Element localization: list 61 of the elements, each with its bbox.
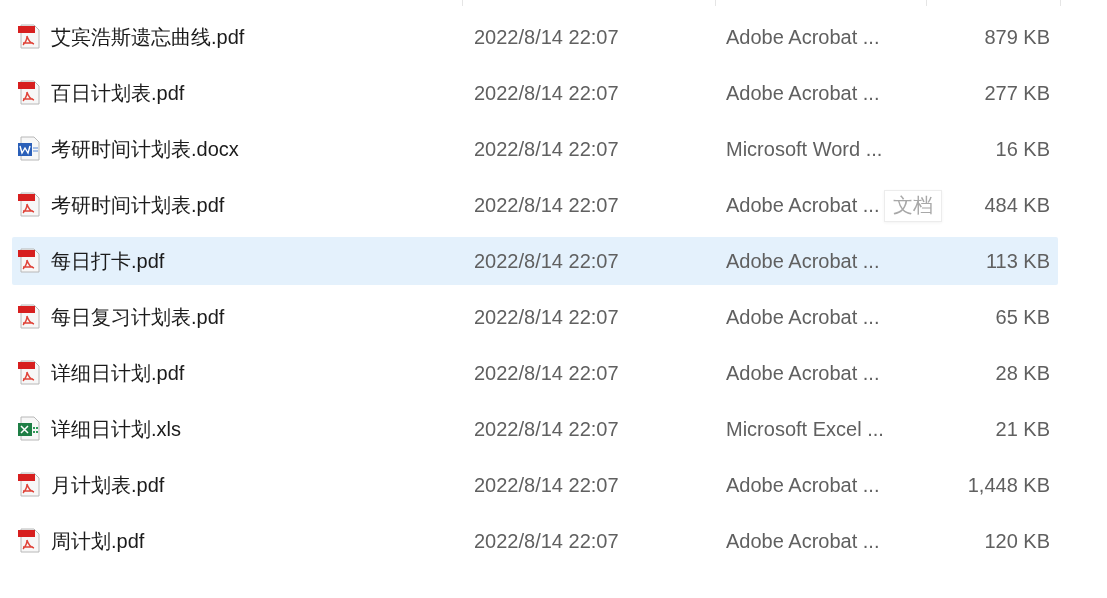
file-size: 16 KB (994, 137, 1050, 161)
tooltip: 文档 (884, 189, 942, 222)
file-name: 周计划.pdf (51, 528, 145, 554)
file-row[interactable]: 考研时间计划表.docx 2022/8/14 22:07 Microsoft Word ... 16 KB (12, 125, 1058, 173)
file-type: Microsoft Word ... (726, 137, 883, 161)
file-row[interactable]: 详细日计划.pdf 2022/8/14 22:07 Adobe Acrobat ... 28 KB (12, 349, 1058, 397)
file-row[interactable]: 详细日计划.xls 2022/8/14 22:07 Microsoft Excel ... 21 KB (12, 405, 1058, 453)
pdf-file-icon (18, 192, 42, 218)
modified-date: 2022/8/14 22:07 (474, 25, 619, 49)
file-type: Adobe Acrobat ... (726, 193, 880, 217)
pdf-file-icon (18, 24, 42, 50)
modified-date: 2022/8/14 22:07 (474, 249, 619, 273)
file-size: 28 KB (994, 361, 1050, 385)
file-name: 考研时间计划表.docx (51, 136, 239, 162)
modified-date: 2022/8/14 22:07 (474, 81, 619, 105)
file-type: Adobe Acrobat ... (726, 249, 880, 273)
modified-date: 2022/8/14 22:07 (474, 417, 619, 441)
pdf-file-icon (18, 80, 42, 106)
file-row[interactable]: 每日复习计划表.pdf 2022/8/14 22:07 Adobe Acrobat ... 65 KB (12, 293, 1058, 341)
file-size: 21 KB (994, 417, 1050, 441)
file-size: 879 KB (983, 25, 1050, 49)
modified-date: 2022/8/14 22:07 (474, 137, 619, 161)
pdf-file-icon (18, 472, 42, 498)
file-name: 月计划表.pdf (51, 472, 165, 498)
file-name: 考研时间计划表.pdf (51, 192, 225, 218)
file-size: 65 KB (994, 305, 1050, 329)
file-row[interactable]: 百日计划表.pdf 2022/8/14 22:07 Adobe Acrobat ... 277 KB (12, 69, 1058, 117)
file-row[interactable]: 考研时间计划表.pdf 2022/8/14 22:07 Adobe Acrobat ... 文档 484 KB (12, 181, 1058, 229)
file-type: Adobe Acrobat ... (726, 529, 880, 553)
modified-date: 2022/8/14 22:07 (474, 473, 619, 497)
excel-file-icon (18, 416, 42, 442)
file-name: 每日打卡.pdf (51, 248, 165, 274)
file-name: 详细日计划.xls (51, 416, 181, 442)
file-row[interactable]: 每日打卡.pdf 2022/8/14 22:07 Adobe Acrobat ... 113 KB (12, 237, 1058, 285)
file-type: Adobe Acrobat ... (726, 305, 880, 329)
file-size: 484 KB (983, 193, 1050, 217)
file-row[interactable]: 周计划.pdf 2022/8/14 22:07 Adobe Acrobat ... 120 KB (12, 517, 1058, 565)
file-name: 每日复习计划表.pdf (51, 304, 225, 330)
file-row[interactable]: 艾宾浩斯遗忘曲线.pdf 2022/8/14 22:07 Adobe Acrobat ... 879 KB (12, 13, 1058, 61)
file-type: Adobe Acrobat ... (726, 81, 880, 105)
file-name: 百日计划表.pdf (51, 80, 185, 106)
file-row[interactable]: 月计划表.pdf 2022/8/14 22:07 Adobe Acrobat ... 1,448 KB (12, 461, 1058, 509)
file-type: Adobe Acrobat ... (726, 361, 880, 385)
file-size: 277 KB (983, 81, 1050, 105)
file-type: Adobe Acrobat ... (726, 473, 880, 497)
file-size: 113 KB (984, 249, 1050, 273)
modified-date: 2022/8/14 22:07 (474, 361, 619, 385)
file-name: 详细日计划.pdf (51, 360, 185, 386)
pdf-file-icon (18, 248, 42, 274)
modified-date: 2022/8/14 22:07 (474, 193, 619, 217)
file-size: 1,448 KB (966, 473, 1050, 497)
modified-date: 2022/8/14 22:07 (474, 529, 619, 553)
file-type: Adobe Acrobat ... (726, 25, 880, 49)
word-file-icon (18, 136, 42, 162)
file-type: Microsoft Excel ... (726, 417, 884, 441)
file-name: 艾宾浩斯遗忘曲线.pdf (51, 24, 245, 50)
file-size: 120 KB (983, 529, 1050, 553)
pdf-file-icon (18, 360, 42, 386)
pdf-file-icon (18, 528, 42, 554)
pdf-file-icon (18, 304, 42, 330)
modified-date: 2022/8/14 22:07 (474, 305, 619, 329)
